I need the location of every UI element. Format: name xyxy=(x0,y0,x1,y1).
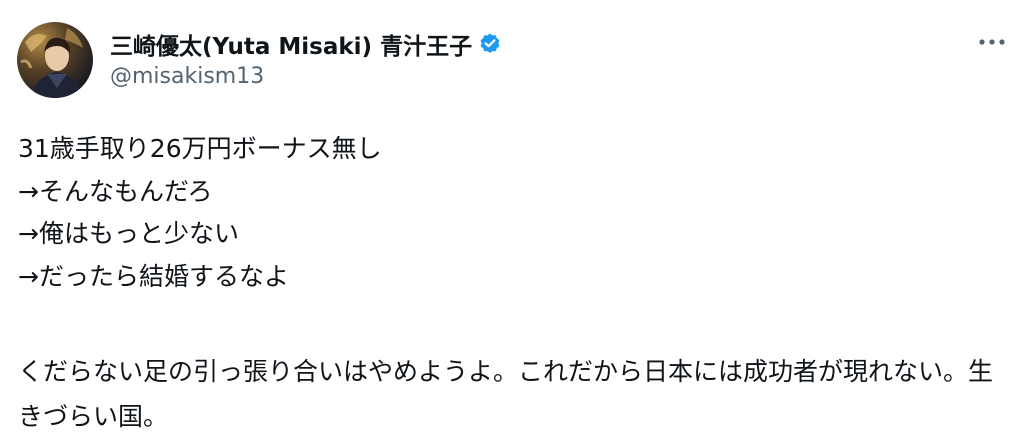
tweet-text: 31歳手取り26万円ボーナス無し →そんなもんだろ →俺はもっと少ない →だった… xyxy=(18,128,1018,439)
tweet-text-paragraph: くだらない足の引っ張り合いはやめようよ。これだから日本には成功者が現れない。生き… xyxy=(18,357,994,432)
verified-badge-icon[interactable] xyxy=(478,32,502,56)
profile-photo-icon xyxy=(17,22,93,98)
more-options-button[interactable] xyxy=(972,28,1012,56)
tweet-text-line: →だったら結婚するなよ xyxy=(18,261,289,291)
author-name-row: 三崎優太(Yuta Misaki) 青汁王子 xyxy=(110,24,502,64)
author-display-name[interactable]: 三崎優太(Yuta Misaki) 青汁王子 xyxy=(110,27,472,61)
tweet-text-line: →そんなもんだろ xyxy=(18,176,213,206)
tweet-text-line: 31歳手取り26万円ボーナス無し xyxy=(18,134,382,163)
author-handle[interactable]: @misakism13 xyxy=(110,64,264,89)
tweet[interactable]: 三崎優太(Yuta Misaki) 青汁王子 @misakism13 31歳手取… xyxy=(0,0,1035,443)
avatar[interactable] xyxy=(17,22,93,98)
tweet-text-line: →俺はもっと少ない xyxy=(18,219,239,249)
more-dots-icon xyxy=(979,39,1005,45)
